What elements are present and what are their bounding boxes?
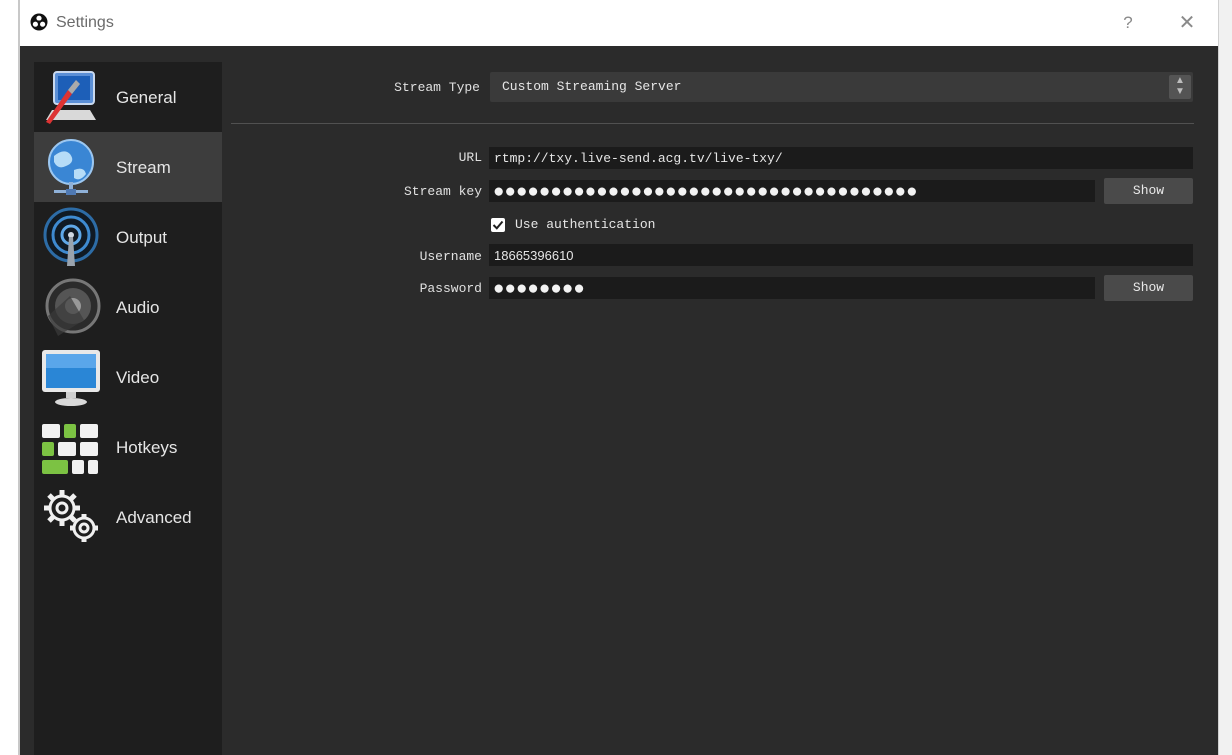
combo-arrows-icon: ▲ ▼ [1169,75,1191,99]
stream-key-show-button[interactable]: Show [1104,178,1193,204]
monitor-icon [42,350,100,406]
url-input[interactable]: rtmp://txy.live-send.acg.tv/live-txy/ [489,147,1193,169]
stream-type-select[interactable]: Custom Streaming Server ▲ ▼ [490,72,1193,102]
use-authentication-checkbox[interactable] [491,218,505,232]
sidebar-item-advanced[interactable]: Advanced [34,482,222,552]
sidebar-label-output: Output [116,228,168,247]
sidebar-label-stream: Stream [116,158,171,177]
checkmark-icon [492,220,504,230]
sidebar-item-general[interactable]: General [34,62,222,132]
stream-type-label: Stream Type [394,80,480,95]
password-show-button[interactable]: Show [1104,275,1193,301]
stream-globe-icon [48,139,94,195]
general-icon [46,71,96,124]
stream-key-input[interactable]: ●●●●●●●●●●●●●●●●●●●●●●●●●●●●●●●●●●●●● [489,180,1095,202]
stream-key-mask: ●●●●●●●●●●●●●●●●●●●●●●●●●●●●●●●●●●●●● [493,181,918,202]
sidebar-item-video[interactable]: Video [34,342,222,412]
sidebar-label-video: Video [116,368,160,387]
help-button[interactable]: ? [1116,10,1140,36]
settings-window: Settings ? ✕ General Stream Output Audio… [20,0,1218,755]
username-value: 18665396610 [494,248,574,263]
sidebar-item-output[interactable]: Output [34,202,222,272]
settings-sidebar: General Stream Output Audio Video Hotkey… [34,62,222,755]
keyboard-icon [42,424,98,474]
sidebar-label-general: General [116,88,177,107]
window-right-edge [1218,0,1219,755]
password-label: Password [419,281,482,296]
username-input[interactable]: 18665396610 [489,244,1193,266]
close-button[interactable]: ✕ [1172,10,1202,36]
output-icon [43,207,99,266]
use-authentication-label: Use authentication [515,217,656,232]
desktop-left-strip [0,0,18,755]
speaker-icon [45,278,101,336]
stream-type-value: Custom Streaming Server [502,79,682,94]
sidebar-item-audio[interactable]: Audio [34,272,222,342]
stream-key-label: Stream key [403,184,482,199]
desktop-right-strip [1218,0,1232,755]
sidebar-label-hotkeys: Hotkeys [116,438,178,457]
url-value: rtmp://txy.live-send.acg.tv/live-txy/ [494,151,783,166]
title-bar: Settings ? ✕ [20,0,1218,46]
password-input[interactable]: ●●●●●●●● [489,277,1095,299]
sidebar-label-audio: Audio [116,298,160,317]
gears-icon [44,490,98,542]
window-title: Settings [56,14,114,31]
sidebar-label-advanced: Advanced [116,508,192,527]
sidebar-item-stream[interactable]: Stream [34,132,222,202]
username-label: Username [419,249,482,264]
obs-logo-icon [30,13,48,31]
section-separator [231,123,1194,124]
password-mask: ●●●●●●●● [493,278,585,299]
url-label: URL [458,150,482,165]
sidebar-item-hotkeys[interactable]: Hotkeys [34,412,222,482]
